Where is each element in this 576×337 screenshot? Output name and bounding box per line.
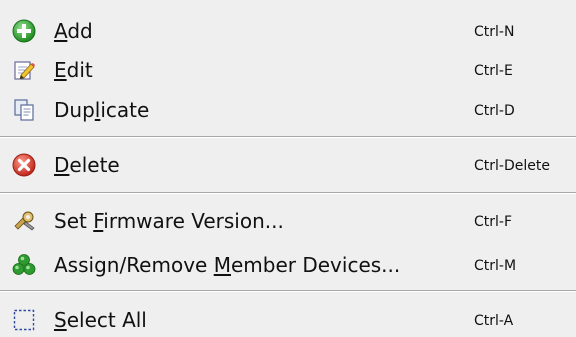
duplicate-icon bbox=[14, 99, 34, 121]
menu-item-shortcut: Ctrl-Delete bbox=[474, 158, 550, 174]
menu-item-shortcut: Ctrl-A bbox=[474, 313, 514, 329]
menu-item-label: Delete bbox=[54, 153, 120, 177]
delete-icon bbox=[12, 153, 36, 177]
menu-separator bbox=[0, 290, 576, 292]
menu-item-edit[interactable]: Edit Ctrl-E bbox=[0, 55, 576, 87]
menu-item-label: Set Firmware Version... bbox=[54, 209, 284, 233]
edit-icon bbox=[14, 61, 35, 80]
firmware-icon bbox=[14, 211, 35, 231]
menu-separator bbox=[0, 192, 576, 194]
menu-item-select-all[interactable]: Select All Ctrl-A bbox=[0, 305, 576, 337]
menu-item-label: Edit bbox=[54, 58, 93, 82]
menu-item-label: Select All bbox=[54, 308, 147, 332]
menu-item-delete[interactable]: Delete Ctrl-Delete bbox=[0, 150, 576, 182]
menu-item-add[interactable]: Add Ctrl-N bbox=[0, 16, 576, 48]
menu-separator bbox=[0, 136, 576, 138]
menu-item-shortcut: Ctrl-M bbox=[474, 258, 517, 274]
menu-item-label: Duplicate bbox=[54, 98, 150, 122]
menu-item-label: Assign/Remove Member Devices... bbox=[54, 253, 401, 277]
menu-item-assign-remove-member-devices[interactable]: Assign/Remove Member Devices... Ctrl-M bbox=[0, 250, 576, 282]
add-icon bbox=[12, 19, 36, 43]
member-devices-icon bbox=[12, 254, 36, 275]
menu-item-shortcut: Ctrl-F bbox=[474, 214, 513, 230]
menu-item-label: Add bbox=[54, 19, 93, 43]
select-all-icon bbox=[13, 309, 35, 331]
menu-item-shortcut: Ctrl-E bbox=[474, 63, 513, 79]
menu-item-shortcut: Ctrl-N bbox=[474, 24, 515, 40]
context-menu: Add Ctrl-N Edit Ctrl-E Duplicate Ctrl-D bbox=[0, 0, 576, 337]
menu-item-shortcut: Ctrl-D bbox=[474, 103, 515, 119]
menu-item-set-firmware-version[interactable]: Set Firmware Version... Ctrl-F bbox=[0, 206, 576, 238]
menu-item-duplicate[interactable]: Duplicate Ctrl-D bbox=[0, 95, 576, 127]
